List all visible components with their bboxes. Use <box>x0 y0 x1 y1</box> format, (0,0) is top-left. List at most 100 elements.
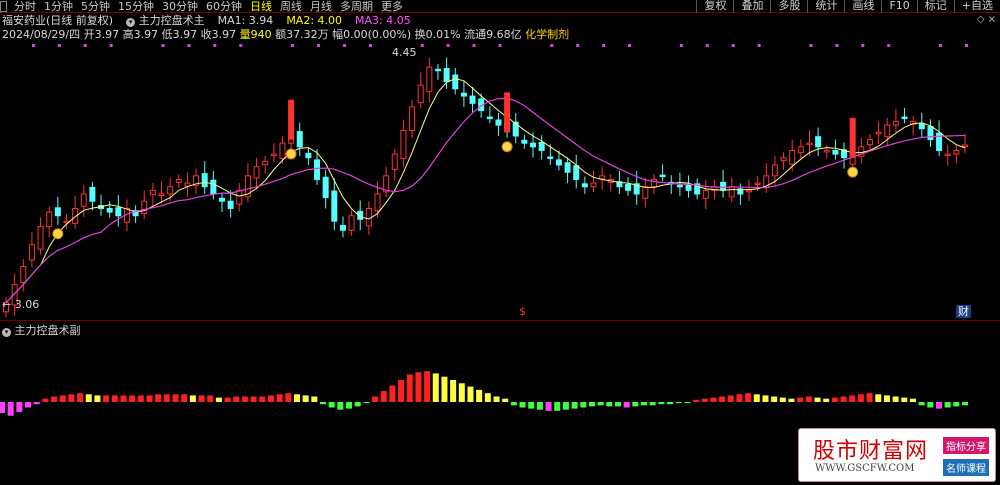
histogram-bar <box>198 395 205 402</box>
histogram-bar <box>415 372 422 402</box>
timeframe-tab-9[interactable]: 多周期 <box>336 0 377 13</box>
histogram-bar <box>519 402 526 408</box>
histogram-bar <box>493 396 500 402</box>
candle-body <box>391 153 398 170</box>
timeframe-tab-8[interactable]: 月线 <box>306 0 336 13</box>
histogram-bar <box>788 398 795 402</box>
candle-body <box>452 74 459 90</box>
candle-body <box>720 181 727 191</box>
histogram-bar <box>476 389 483 402</box>
quote-sector[interactable]: 化学制剂 <box>525 28 569 41</box>
timeframe-tab-7[interactable]: 周线 <box>276 0 306 13</box>
indicator-menu-icon[interactable]: ▾ <box>126 18 136 27</box>
toolbar-button-5[interactable]: F10 <box>881 0 916 13</box>
signal-dot <box>31 44 35 47</box>
signal-dot <box>187 44 191 47</box>
candle-body <box>348 215 355 231</box>
toolbar-button-6[interactable]: 标记 <box>916 0 954 13</box>
ma3-value: MA3: 4.05 <box>355 14 411 27</box>
histogram-bar <box>380 391 387 402</box>
panel-divider[interactable] <box>0 320 1000 321</box>
timeframe-tab-6[interactable]: 日线 <box>246 0 276 13</box>
histogram-bar <box>207 395 214 402</box>
quote-line: 2024/08/29/四 开3.97 高3.97 低3.97 收3.97 量94… <box>2 28 569 42</box>
histogram-bar <box>502 398 509 402</box>
candle-body <box>270 153 277 157</box>
low-price-label: ← 3.06 <box>2 298 40 311</box>
quote-float: 流通9.68亿 <box>464 28 522 41</box>
histogram-bar <box>831 397 838 402</box>
histogram-bar <box>606 402 613 407</box>
candle-body <box>573 165 580 180</box>
diamond-icon[interactable]: ◇ <box>977 14 985 25</box>
histogram-bar <box>641 402 647 406</box>
money-bag-icon <box>847 166 859 178</box>
candle-body <box>80 193 87 207</box>
toolbar-button-0[interactable]: 复权 <box>696 0 733 13</box>
signal-dot <box>239 44 243 47</box>
histogram-bar <box>771 396 778 402</box>
timeframe-tab-0[interactable]: 分时 <box>10 0 40 13</box>
timeframe-tab-4[interactable]: 30分钟 <box>158 0 202 13</box>
histogram-bar <box>51 396 58 402</box>
histogram-bar <box>684 402 691 404</box>
histogram-bar <box>909 398 916 402</box>
candle-body <box>521 139 528 144</box>
highlight-candle <box>504 92 511 133</box>
close-icon[interactable]: × <box>988 14 996 25</box>
toolbar-button-2[interactable]: 多股 <box>770 0 807 13</box>
histogram-bar <box>588 402 595 407</box>
signal-dot <box>420 44 424 47</box>
candle-body <box>115 207 122 217</box>
histogram-bar <box>302 395 309 402</box>
candle-body <box>322 176 329 199</box>
histogram-bar <box>953 402 960 407</box>
histogram-bar <box>441 376 448 402</box>
signal-dot <box>498 44 502 47</box>
histogram-bar <box>467 386 474 402</box>
toolbar-button-4[interactable]: 画线 <box>844 0 881 13</box>
histogram-bar <box>736 394 743 402</box>
timeframe-tab-2[interactable]: 5分钟 <box>77 0 114 13</box>
panel-toggle-icon[interactable] <box>0 1 7 12</box>
histogram-bar <box>927 402 934 408</box>
candle-body <box>460 92 467 97</box>
histogram-bar <box>875 394 882 402</box>
histogram-bar <box>259 396 266 402</box>
timeframe-tab-5[interactable]: 60分钟 <box>202 0 246 13</box>
candle-body <box>495 119 502 126</box>
histogram-bar <box>623 402 630 408</box>
dividend-marker[interactable]: $ <box>519 305 526 318</box>
candle-body <box>469 95 476 104</box>
candle-body <box>728 186 735 198</box>
signal-dot <box>965 44 968 47</box>
signal-dot <box>757 44 761 47</box>
candlestick-chart[interactable] <box>0 42 1000 320</box>
timeframe-tab-1[interactable]: 1分钟 <box>40 0 77 13</box>
candle-body <box>305 152 312 159</box>
timeframe-tab-10[interactable]: 更多 <box>377 0 407 13</box>
candle-body <box>780 157 787 162</box>
ma1-value: MA1: 3.94 <box>217 14 274 27</box>
histogram-bar <box>363 402 370 404</box>
candle-body <box>884 124 891 138</box>
watermark-url: WWW.GSCFW.COM <box>815 463 915 474</box>
toolbar-button-7[interactable]: +自选 <box>953 0 1000 13</box>
ma2-value: MA2: 4.00 <box>286 14 343 27</box>
finance-badge[interactable]: 财 <box>956 305 971 318</box>
candle-body <box>253 166 260 179</box>
histogram-bar <box>320 402 326 405</box>
histogram-bar <box>42 398 49 402</box>
toolbar-button-1[interactable]: 叠加 <box>733 0 770 13</box>
candle-body <box>443 68 450 83</box>
toolbar-button-3[interactable]: 统计 <box>807 0 844 13</box>
histogram-bar <box>745 393 752 402</box>
signal-dot <box>83 44 87 47</box>
timeframe-tab-3[interactable]: 15分钟 <box>114 0 158 13</box>
histogram-bar <box>137 395 144 402</box>
signal-dot <box>679 44 683 47</box>
histogram-bar <box>753 394 760 402</box>
signal-dot <box>213 44 217 47</box>
candle-body <box>409 106 416 132</box>
histogram-bar <box>632 402 639 407</box>
